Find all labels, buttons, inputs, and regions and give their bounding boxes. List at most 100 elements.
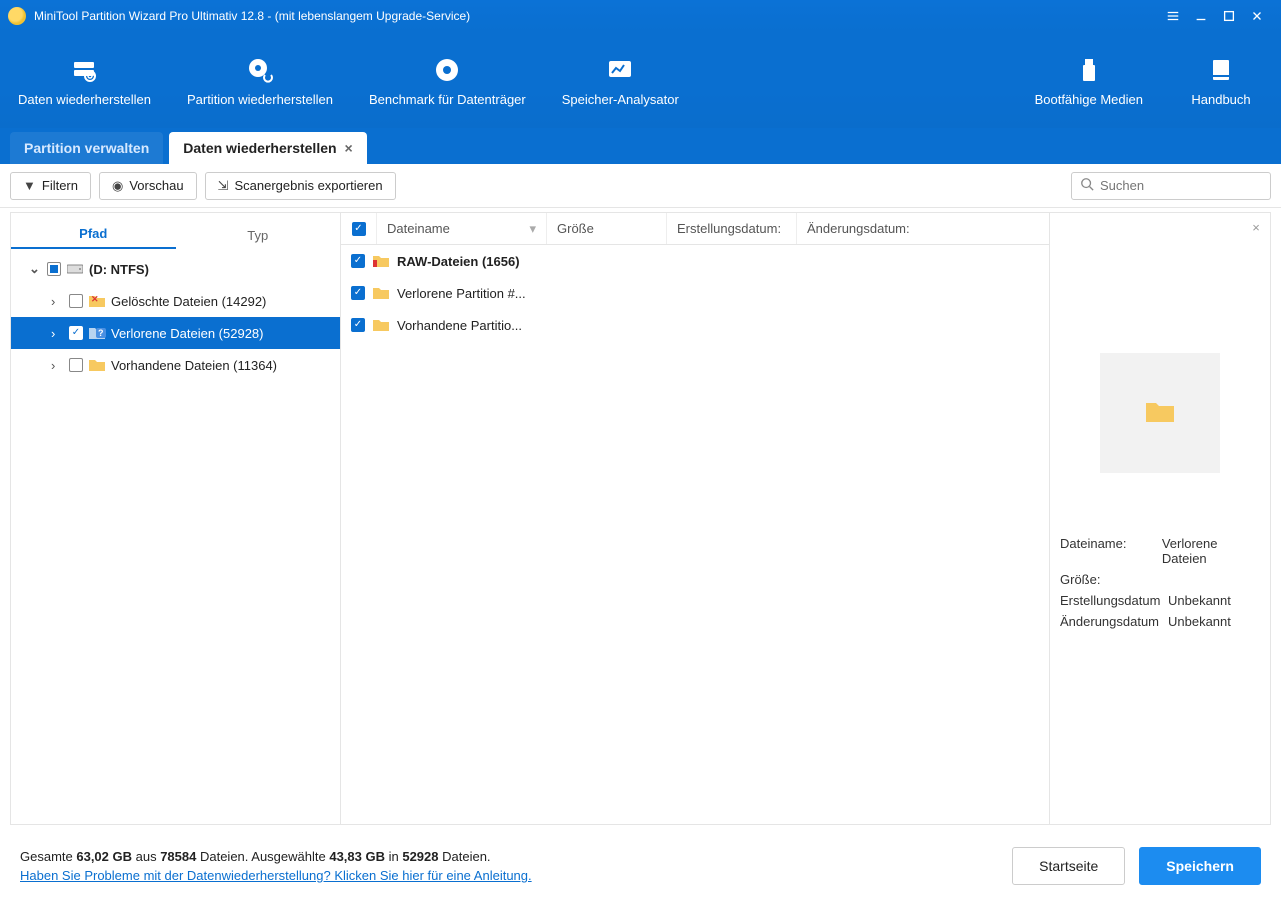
action-bar: ▼ Filtern ◉ Vorschau ⇲ Scanergebnis expo… — [0, 164, 1281, 208]
preview-thumbnail — [1100, 353, 1220, 473]
column-label: Änderungsdatum: — [807, 221, 910, 236]
sort-icon: ▾ — [529, 221, 536, 237]
tree-tab-path[interactable]: Pfad — [11, 218, 176, 249]
filter-button[interactable]: ▼ Filtern — [10, 172, 91, 200]
eye-icon: ◉ — [112, 178, 123, 194]
drive-icon — [67, 261, 83, 277]
chevron-right-icon[interactable]: › — [51, 294, 63, 309]
tab-label: Pfad — [79, 226, 107, 241]
checkbox[interactable] — [351, 286, 365, 300]
chevron-down-icon[interactable]: ⌄ — [29, 261, 41, 277]
tool-space-analyzer[interactable]: Speicher-Analysator — [544, 32, 697, 128]
file-rows: RAW-Dateien (1656) Verlorene Partition #… — [341, 245, 1049, 824]
meta-label: Dateiname: — [1060, 536, 1162, 566]
tool-bootable-media[interactable]: Bootfähige Medien — [1017, 32, 1161, 128]
chevron-right-icon[interactable]: › — [51, 358, 63, 373]
tool-data-recover[interactable]: Daten wiederherstellen — [0, 32, 169, 128]
tree-node-drive[interactable]: ⌄ (D: NTFS) — [11, 253, 340, 285]
checkbox[interactable] — [69, 294, 83, 308]
search-box[interactable] — [1071, 172, 1271, 200]
folder-raw-icon — [373, 253, 389, 269]
tree-panel: Pfad Typ ⌄ (D: NTFS) › Gelöschte — [11, 213, 341, 824]
usb-icon — [1075, 56, 1103, 84]
tree-tab-type[interactable]: Typ — [176, 220, 341, 249]
tool-label: Benchmark für Datenträger — [369, 92, 526, 107]
close-icon[interactable] — [1243, 4, 1271, 28]
funnel-icon: ▼ — [23, 178, 36, 193]
checkbox[interactable] — [69, 358, 83, 372]
file-name: Verlorene Partition #... — [397, 286, 526, 301]
button-label: Startseite — [1039, 858, 1098, 874]
export-icon: ⇲ — [218, 178, 229, 194]
column-label: Größe — [557, 221, 594, 236]
space-analyzer-icon — [606, 56, 634, 84]
tree-node-lost[interactable]: › Verlorene Dateien (52928) — [11, 317, 340, 349]
column-header-size[interactable]: Größe — [547, 213, 667, 244]
tree-label: Verlorene Dateien (52928) — [111, 326, 264, 341]
checkbox[interactable] — [351, 254, 365, 268]
file-row[interactable]: Verlorene Partition #... — [341, 277, 1049, 309]
titlebar: MiniTool Partition Wizard Pro Ultimativ … — [0, 0, 1281, 32]
tree-node-existing[interactable]: › Vorhandene Dateien (11364) — [11, 349, 340, 381]
preview-button[interactable]: ◉ Vorschau — [99, 172, 197, 200]
folder-icon — [89, 357, 105, 373]
header-checkbox-cell[interactable] — [341, 213, 377, 244]
tab-manage-partition[interactable]: Partition verwalten — [10, 132, 163, 164]
column-header-name[interactable]: Dateiname ▾ — [377, 213, 547, 244]
button-label: Speichern — [1166, 858, 1234, 874]
chevron-right-icon[interactable]: › — [51, 326, 63, 341]
button-label: Scanergebnis exportieren — [234, 178, 382, 193]
tab-close-icon[interactable]: × — [345, 140, 353, 156]
preview-meta: Dateiname: Verlorene Dateien Größe: Erst… — [1060, 533, 1260, 632]
tool-label: Partition wiederherstellen — [187, 92, 333, 107]
tree-label: Gelöschte Dateien (14292) — [111, 294, 266, 309]
tool-partition-recover[interactable]: Partition wiederherstellen — [169, 32, 351, 128]
meta-label: Erstellungsdatum — [1060, 593, 1168, 608]
home-button[interactable]: Startseite — [1012, 847, 1125, 885]
file-list-panel: Dateiname ▾ Größe Erstellungsdatum: Ände… — [341, 213, 1050, 824]
checkbox[interactable] — [351, 318, 365, 332]
export-scan-button[interactable]: ⇲ Scanergebnis exportieren — [205, 172, 396, 200]
column-header-created[interactable]: Erstellungsdatum: — [667, 213, 797, 244]
column-header-modified[interactable]: Änderungsdatum: — [797, 213, 1049, 244]
folder-icon — [1146, 400, 1174, 427]
tree-tabs: Pfad Typ — [11, 213, 340, 249]
maximize-icon[interactable] — [1215, 4, 1243, 28]
book-icon — [1207, 56, 1235, 84]
help-link[interactable]: Haben Sie Probleme mit der Datenwiederhe… — [20, 868, 532, 883]
preview-panel: × Dateiname: Verlorene Dateien Größe: Er… — [1050, 213, 1270, 824]
file-name: RAW-Dateien (1656) — [397, 254, 520, 269]
file-row[interactable]: Vorhandene Partitio... — [341, 309, 1049, 341]
tool-label: Bootfähige Medien — [1035, 92, 1143, 107]
close-preview-icon[interactable]: × — [1246, 217, 1266, 237]
meta-label: Größe: — [1060, 572, 1168, 587]
tree-node-deleted[interactable]: › Gelöschte Dateien (14292) — [11, 285, 340, 317]
data-recover-icon — [70, 56, 98, 84]
tab-data-recover[interactable]: Daten wiederherstellen × — [169, 132, 366, 164]
menu-icon[interactable] — [1159, 4, 1187, 28]
tab-label: Typ — [247, 228, 268, 243]
save-button[interactable]: Speichern — [1139, 847, 1261, 885]
checkbox[interactable] — [47, 262, 61, 276]
meta-value: Unbekannt — [1168, 593, 1231, 608]
main-toolbar: Daten wiederherstellen Partition wiederh… — [0, 32, 1281, 128]
tool-benchmark[interactable]: Benchmark für Datenträger — [351, 32, 544, 128]
tool-label: Handbuch — [1191, 92, 1250, 107]
partition-recover-icon — [246, 56, 274, 84]
footer: Gesamte 63,02 GB aus 78584 Dateien. Ausg… — [0, 831, 1281, 901]
tool-handbook[interactable]: Handbuch — [1161, 32, 1281, 128]
checkbox[interactable] — [69, 326, 83, 340]
column-label: Dateiname — [387, 221, 450, 236]
tabstrip: Partition verwalten Daten wiederherstell… — [0, 128, 1281, 164]
meta-label: Änderungsdatum — [1060, 614, 1168, 629]
stats-text: Gesamte 63,02 GB aus 78584 Dateien. Ausg… — [20, 849, 532, 864]
tree-label: (D: NTFS) — [89, 262, 149, 277]
file-row[interactable]: RAW-Dateien (1656) — [341, 245, 1049, 277]
button-label: Filtern — [42, 178, 78, 193]
column-label: Erstellungsdatum: — [677, 221, 781, 236]
meta-value: Unbekannt — [1168, 614, 1231, 629]
search-input[interactable] — [1100, 178, 1262, 193]
tab-label: Daten wiederherstellen — [183, 140, 336, 156]
checkbox[interactable] — [352, 222, 366, 236]
minimize-icon[interactable] — [1187, 4, 1215, 28]
